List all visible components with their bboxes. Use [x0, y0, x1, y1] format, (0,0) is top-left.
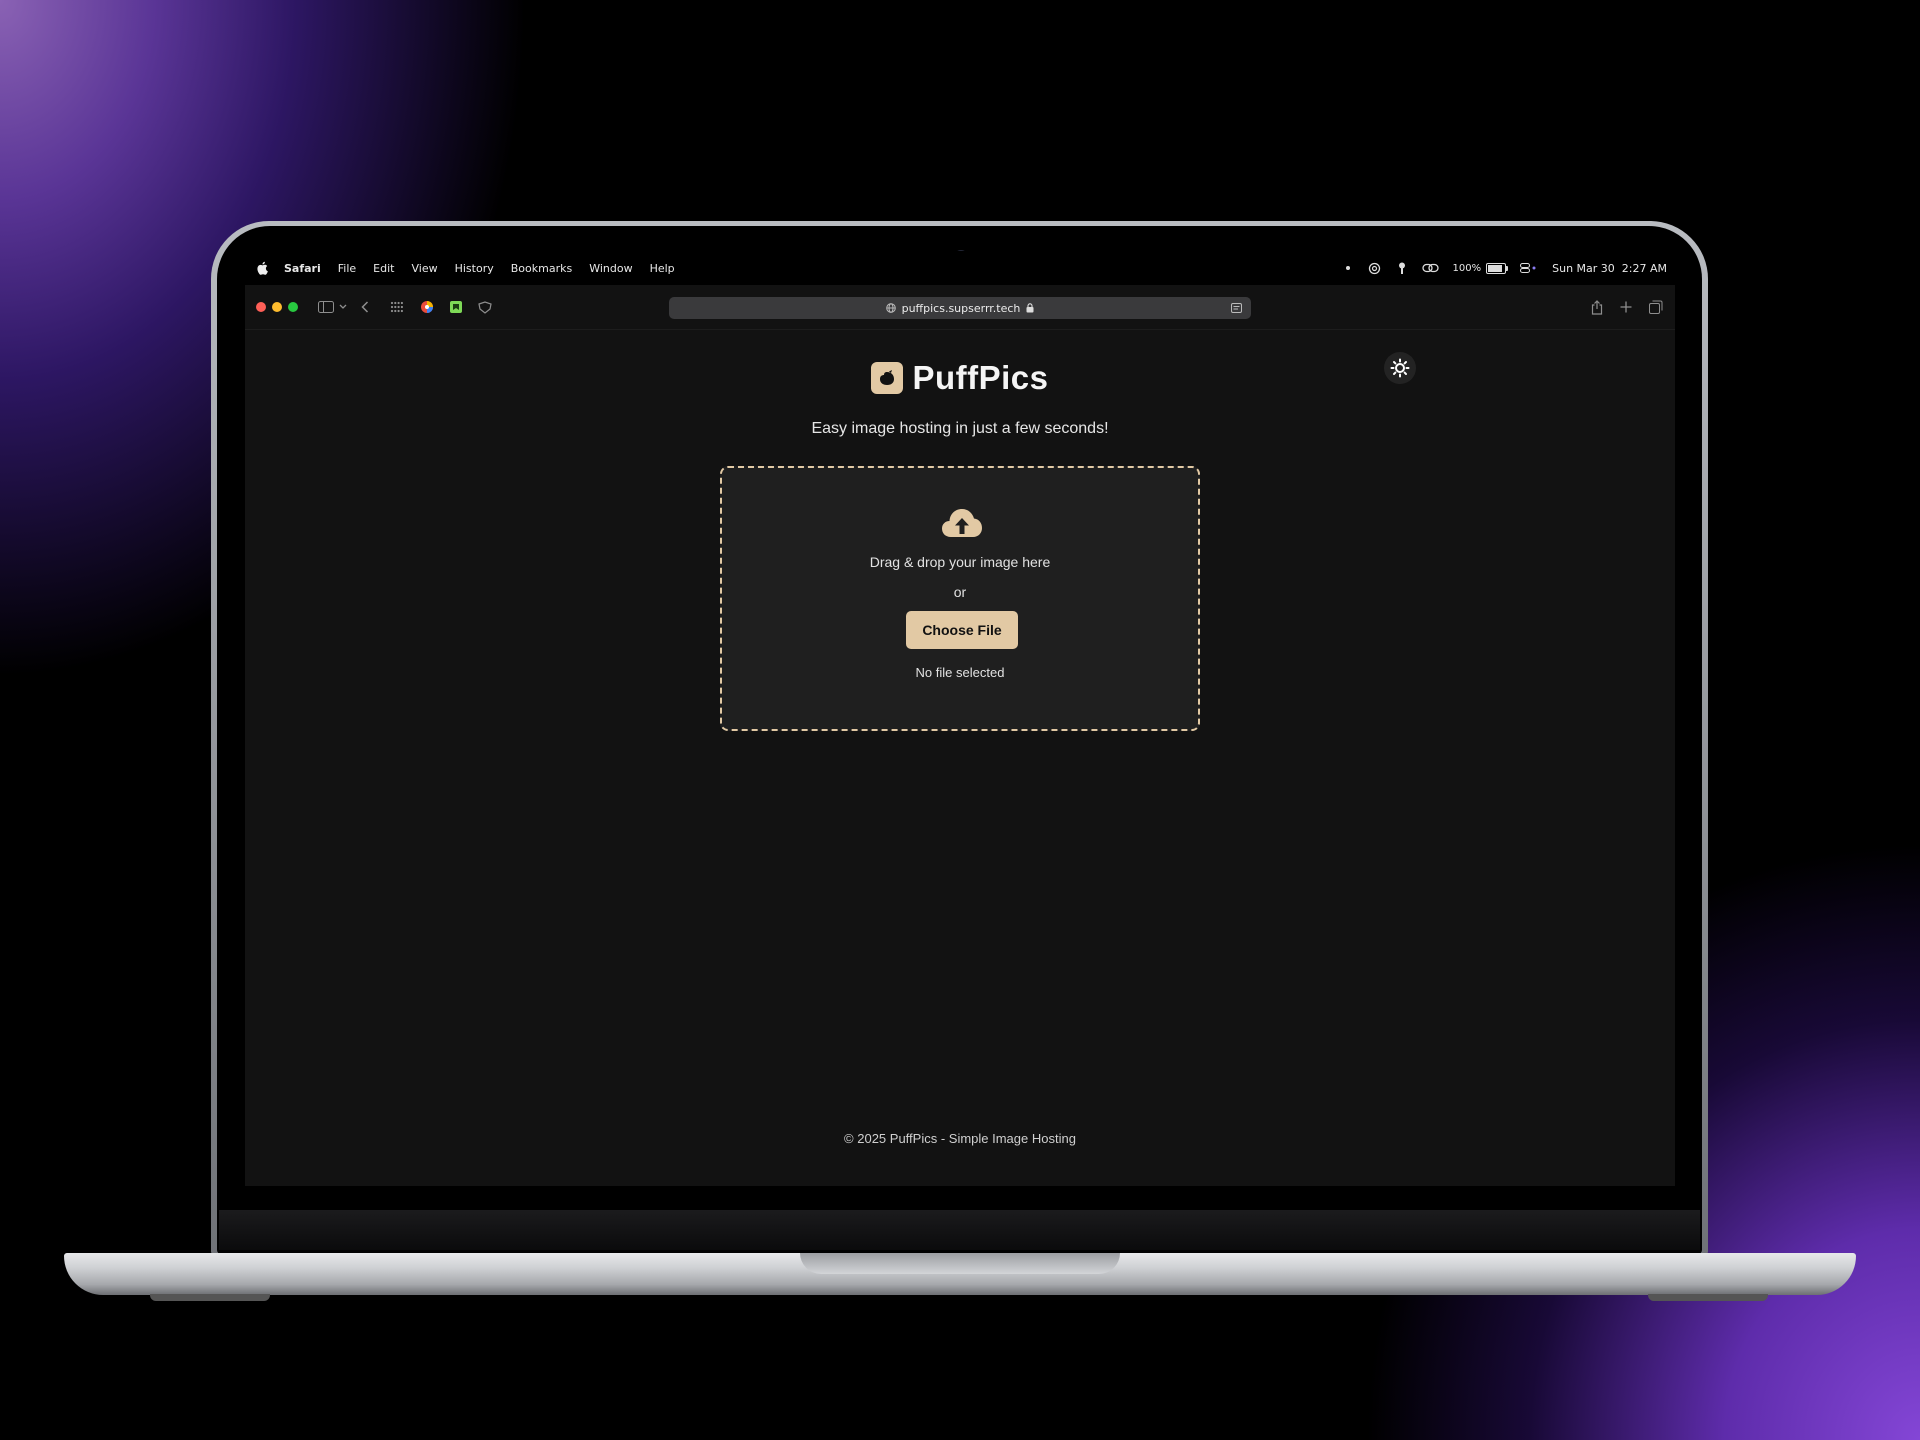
brand: PuffPics	[245, 359, 1675, 397]
lock-icon	[1026, 303, 1034, 313]
laptop-foot-left	[150, 1294, 270, 1301]
menubar: Safari File Edit View History Bookmarks …	[245, 251, 1675, 285]
back-icon[interactable]	[355, 297, 375, 317]
reader-icon[interactable]	[1231, 303, 1242, 313]
dropzone-or: or	[953, 584, 967, 600]
tagline: Easy image hosting in just a few seconds…	[811, 420, 1109, 437]
apple-icon[interactable]	[256, 261, 268, 275]
battery-status[interactable]: 100%	[1452, 262, 1509, 274]
cloud-upload-icon	[941, 506, 983, 540]
battery-icon	[1486, 262, 1509, 274]
key-icon[interactable]	[1395, 261, 1409, 275]
screen: Safari File Edit View History Bookmarks …	[245, 251, 1675, 1186]
link-icon[interactable]	[1422, 261, 1440, 275]
share-icon[interactable]	[1587, 297, 1607, 317]
extension-shield-icon[interactable]	[475, 297, 495, 317]
choose-file-button[interactable]: Choose File	[906, 611, 1018, 649]
menu-help[interactable]: Help	[650, 262, 675, 275]
chevron-down-icon[interactable]	[333, 297, 353, 317]
dropzone-prompt: Drag & drop your image here	[869, 554, 1051, 570]
brand-title: PuffPics	[912, 359, 1049, 396]
minimize-window-icon[interactable]	[272, 302, 282, 312]
tabs-overview-icon[interactable]	[1646, 297, 1666, 317]
menu-window[interactable]: Window	[589, 262, 632, 275]
menu-app-safari[interactable]: Safari	[284, 262, 321, 275]
menu-view[interactable]: View	[411, 262, 437, 275]
extension-green-icon[interactable]	[446, 297, 466, 317]
laptop-notch	[800, 1253, 1120, 1274]
address-bar[interactable]: puffpics.supserrr.tech	[669, 297, 1251, 319]
url-text: puffpics.supserrr.tech	[901, 301, 1021, 315]
browser-toolbar: puffpics.supserrr.tech	[245, 285, 1675, 330]
new-tab-icon[interactable]	[1616, 297, 1636, 317]
menu-edit[interactable]: Edit	[373, 262, 394, 275]
page-footer: © 2025 PuffPics - Simple Image Hosting	[844, 1131, 1076, 1146]
menu-bookmarks[interactable]: Bookmarks	[511, 262, 572, 275]
datetime[interactable]: Sun Mar 30 2:27 AM	[1552, 262, 1667, 275]
control-center-icon[interactable]	[1519, 261, 1539, 275]
status-area: 100% Sun Mar 30 2:27 AM	[1341, 261, 1667, 275]
upload-dropzone[interactable]: Drag & drop your image here or Choose Fi…	[720, 466, 1200, 731]
menu-file[interactable]: File	[338, 262, 356, 275]
openai-icon[interactable]	[1368, 261, 1382, 275]
file-status: No file selected	[915, 665, 1005, 680]
puffpics-logo-icon	[871, 362, 904, 394]
battery-percent: 100%	[1452, 262, 1482, 274]
menu-history[interactable]: History	[455, 262, 494, 275]
extension-colorful-icon[interactable]	[417, 297, 437, 317]
zoom-window-icon[interactable]	[288, 302, 298, 312]
globe-icon	[885, 303, 896, 313]
dot-icon[interactable]	[1341, 261, 1355, 275]
laptop-foot-right	[1648, 1294, 1768, 1301]
tab-overview-grid-icon[interactable]	[387, 297, 407, 317]
close-window-icon[interactable]	[256, 302, 266, 312]
laptop-hinge	[219, 1210, 1700, 1250]
